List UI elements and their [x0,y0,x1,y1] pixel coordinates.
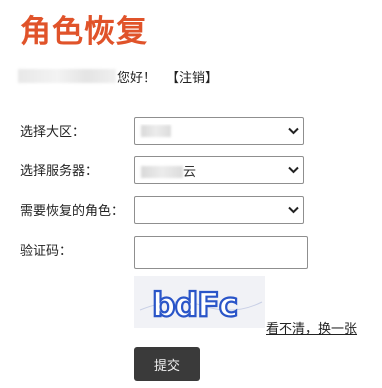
logout-link[interactable]: 【注销】 [166,67,218,86]
server-select[interactable]: 云 [134,156,304,184]
server-selected-value: 云 [135,161,283,180]
captcha-input[interactable] [134,236,308,269]
role-select[interactable] [134,196,304,224]
region-selected-value [135,124,283,139]
captcha-image[interactable]: bdFc [134,276,265,328]
region-label: 选择大区： [20,125,86,140]
role-label: 需要恢复的角色： [20,204,125,219]
server-value-blurred [141,166,183,178]
chevron-down-icon [283,166,303,174]
server-value-suffix: 云 [183,164,197,180]
region-select[interactable] [134,117,304,145]
chevron-down-icon [283,206,303,214]
captcha-label: 验证码： [20,244,73,259]
chevron-down-icon [283,127,303,135]
greeting-row: 您好！ 【注销】 [18,67,218,86]
region-value-blurred [141,125,171,137]
captcha-refresh-link[interactable]: 看不清，换一张 [266,318,357,337]
submit-button[interactable]: 提交 [134,347,200,381]
server-label: 选择服务器： [20,164,99,179]
captcha-text: bdFc [152,285,237,324]
username-blurred [18,69,116,83]
page-title: 角色恢复 [20,14,148,50]
greeting-text: 您好！ [117,70,157,86]
